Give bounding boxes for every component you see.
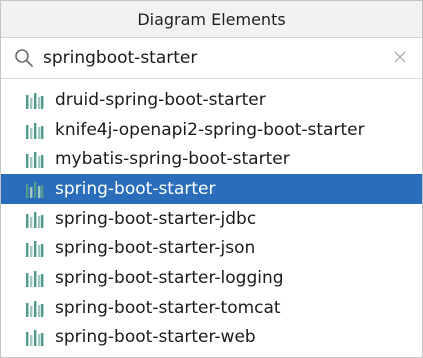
list-item-label: spring-boot-starter-tomcat (55, 297, 281, 318)
list-item[interactable]: druid-spring-boot-starter (1, 85, 422, 115)
list-item[interactable]: knife4j-openapi2-spring-boot-starter (1, 115, 422, 145)
library-icon (25, 180, 45, 198)
list-item-label: mybatis-spring-boot-starter (55, 149, 290, 170)
library-icon (25, 150, 45, 169)
list-item[interactable]: mybatis-spring-boot-starter (1, 144, 422, 174)
list-item-label: spring-boot-starter-json (55, 238, 256, 259)
library-icon (25, 91, 45, 109)
list-item-label: knife4j-openapi2-spring-boot-starter (55, 119, 365, 140)
list-item[interactable]: spring-boot-starter-logging (1, 263, 422, 293)
list-item[interactable]: spring-boot-starter-jdbc (1, 204, 422, 234)
library-icon (25, 269, 45, 287)
popup-header: Diagram Elements (1, 1, 422, 38)
clear-icon[interactable] (392, 49, 408, 65)
list-item[interactable]: spring-boot-starter-web (1, 323, 422, 353)
diagram-elements-popup: Diagram Elements druid-spring-boot-start… (0, 0, 423, 358)
library-icon (25, 239, 45, 258)
list-item[interactable]: spring-boot-starter-json (1, 233, 422, 263)
library-icon (25, 121, 45, 139)
list-item[interactable]: spring-boot-starter (1, 174, 422, 204)
list-item-label: spring-boot-starter-logging (55, 267, 284, 288)
list-item-label: spring-boot-starter-web (55, 327, 256, 348)
element-list: druid-spring-boot-starter knife4j-openapi… (1, 85, 422, 352)
list-item-label: spring-boot-starter-jdbc (55, 208, 257, 229)
list-item[interactable]: spring-boot-starter-tomcat (1, 293, 422, 323)
library-icon (25, 328, 45, 347)
list-item-label: druid-spring-boot-starter (55, 89, 266, 110)
popup-title: Diagram Elements (137, 9, 286, 29)
search-input[interactable] (43, 48, 373, 68)
library-icon (25, 210, 45, 228)
search-bar (1, 38, 422, 79)
search-icon (13, 47, 35, 69)
library-icon (25, 299, 45, 317)
list-item-label: spring-boot-starter (55, 178, 216, 199)
